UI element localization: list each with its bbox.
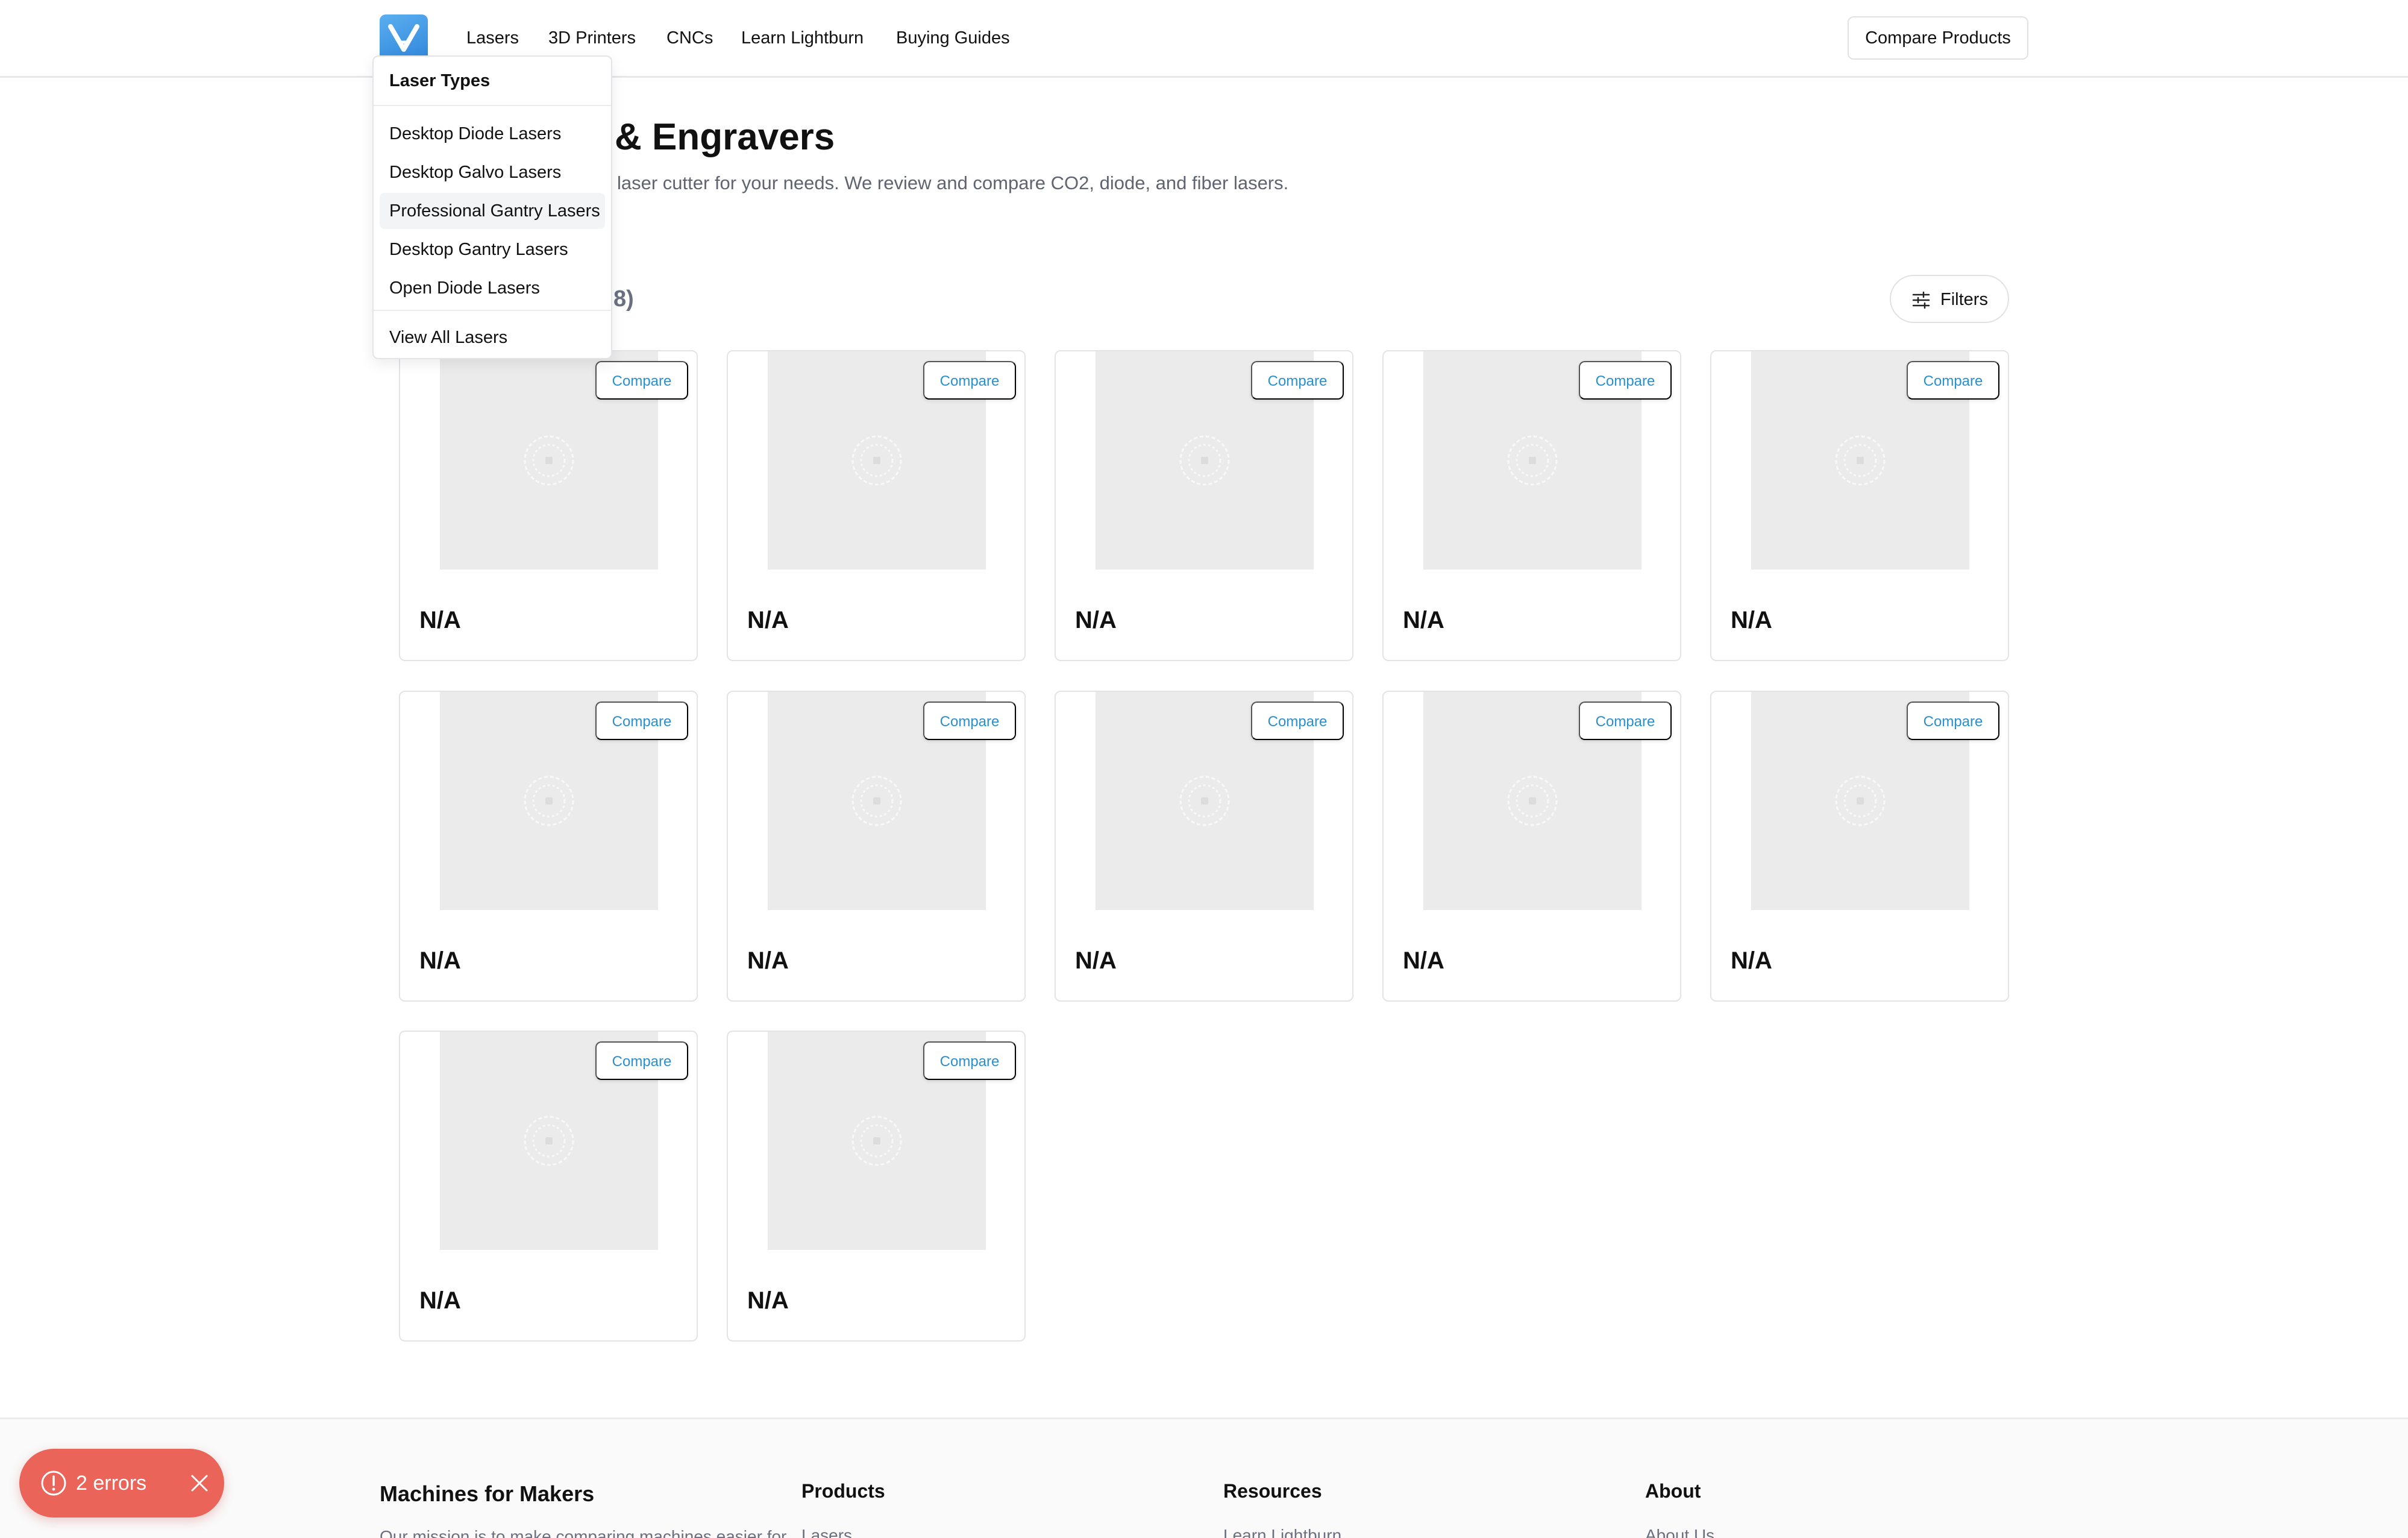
product-card[interactable]: Compare N/A [1382,350,1681,661]
close-toast-button[interactable] [182,1466,217,1501]
compare-button[interactable]: Compare [1907,702,1999,740]
nav-cncs[interactable]: CNCs [666,27,713,49]
compare-button[interactable]: Compare [1907,361,1999,400]
footer-brand: Machines for Makers [380,1481,595,1506]
product-card[interactable]: Compare N/A [1055,350,1353,661]
footer-heading-products: Products [801,1480,885,1502]
footer-heading-about: About [1645,1480,1701,1502]
menu-item-professional-gantry-lasers[interactable]: Professional Gantry Lasers [380,193,605,229]
product-price: N/A [419,947,461,974]
footer-link[interactable]: Learn Lightburn [1223,1526,1341,1538]
compare-button[interactable]: Compare [1579,361,1672,400]
footer-link[interactable]: About Us [1645,1526,1714,1538]
error-toast[interactable]: 2 errors [19,1449,224,1518]
page-title: & Engravers [615,116,835,158]
image-loading-icon [1835,776,1886,826]
close-icon [191,1475,208,1492]
filters-button[interactable]: Filters [1890,275,2009,323]
compare-button[interactable]: Compare [1251,702,1344,740]
nav-learn-lightburn[interactable]: Learn Lightburn [741,27,864,49]
image-loading-icon [1507,776,1558,826]
compare-button[interactable]: Compare [923,702,1016,740]
product-card[interactable]: Compare N/A [1710,691,2009,1002]
image-loading-icon [1179,435,1230,486]
error-count-label: 2 errors [76,1472,147,1495]
menu-item-desktop-galvo-lasers[interactable]: Desktop Galvo Lasers [380,154,605,190]
image-loading-icon [1179,776,1230,826]
product-count: 8) [613,286,634,312]
product-card[interactable]: Compare N/A [727,691,1026,1002]
filters-icon [1912,291,1930,309]
product-card[interactable]: Compare N/A [1382,691,1681,1002]
product-card[interactable]: Compare N/A [727,1031,1026,1342]
compare-button[interactable]: Compare [595,1041,688,1080]
alert-circle-icon [41,1471,66,1496]
compare-products-button[interactable]: Compare Products [1848,16,2028,60]
nav-buying-guides[interactable]: Buying Guides [896,27,1010,49]
top-navigation-bar: Lasers 3D Printers CNCs Learn Lightburn … [0,0,2408,78]
footer-link[interactable]: Lasers [801,1526,852,1538]
page-subtitle: laser cutter for your needs. We review a… [617,172,1289,193]
image-loading-icon [1835,435,1886,486]
image-loading-icon [524,435,574,486]
product-card[interactable]: Compare N/A [1710,350,2009,661]
lasers-dropdown-menu: Laser Types Desktop Diode Lasers Desktop… [372,55,612,359]
product-price: N/A [747,947,789,974]
product-price: N/A [419,1287,461,1314]
product-price: N/A [1731,947,1772,974]
dropdown-divider [374,105,611,106]
compare-button[interactable]: Compare [1579,702,1672,740]
image-loading-icon [851,1116,902,1166]
dropdown-divider [374,310,611,311]
compare-button[interactable]: Compare [595,702,688,740]
product-card[interactable]: Compare N/A [399,350,698,661]
product-price: N/A [1075,607,1117,633]
compare-button[interactable]: Compare [595,361,688,400]
footer-description: Our mission is to make comparing machine… [380,1527,787,1538]
product-price: N/A [1731,607,1772,633]
product-price: N/A [419,607,461,633]
product-price: N/A [747,607,789,633]
image-loading-icon [524,776,574,826]
compare-button[interactable]: Compare [923,361,1016,400]
nav-3d-printers[interactable]: 3D Printers [548,27,636,49]
menu-item-desktop-gantry-lasers[interactable]: Desktop Gantry Lasers [380,231,605,268]
filters-label: Filters [1940,290,1988,309]
nav-lasers[interactable]: Lasers [466,27,519,49]
dropdown-heading: Laser Types [389,71,491,90]
compare-button[interactable]: Compare [1251,361,1344,400]
image-loading-icon [524,1116,574,1166]
menu-item-desktop-diode-lasers[interactable]: Desktop Diode Lasers [380,116,605,152]
image-loading-icon [1507,435,1558,486]
product-card[interactable]: Compare N/A [727,350,1026,661]
product-price: N/A [747,1287,789,1314]
menu-item-open-diode-lasers[interactable]: Open Diode Lasers [380,270,605,306]
product-price: N/A [1075,947,1117,974]
compare-button[interactable]: Compare [923,1041,1016,1080]
product-price: N/A [1403,607,1444,633]
product-card[interactable]: Compare N/A [1055,691,1353,1002]
product-price: N/A [1403,947,1444,974]
image-loading-icon [851,435,902,486]
menu-item-view-all-lasers[interactable]: View All Lasers [380,319,605,356]
product-card[interactable]: Compare N/A [399,1031,698,1342]
footer-heading-resources: Resources [1223,1480,1322,1502]
product-card[interactable]: Compare N/A [399,691,698,1002]
image-loading-icon [851,776,902,826]
site-footer [0,1417,2408,1538]
